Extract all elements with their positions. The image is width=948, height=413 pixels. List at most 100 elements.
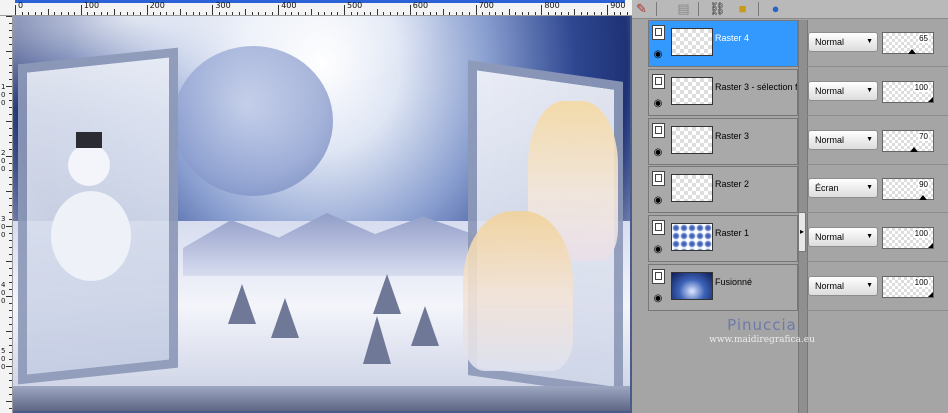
ruler-tick — [495, 12, 497, 15]
layer-row[interactable]: ◉ Raster 3 — [648, 117, 798, 165]
opacity-slider[interactable]: 100 — [882, 276, 934, 298]
opacity-slider[interactable]: 100 — [882, 227, 934, 250]
layer-mask-toggle-icon[interactable] — [652, 269, 665, 284]
ruler-tick — [9, 163, 12, 164]
ruler-tick — [179, 9, 181, 15]
ruler-tick — [9, 338, 12, 339]
layer-row[interactable]: ◉ Fusionné — [648, 264, 798, 311]
ruler-tick — [6, 191, 12, 192]
visibility-eye-icon[interactable]: ◉ — [652, 293, 664, 305]
ruler-tick — [9, 310, 12, 311]
visibility-eye-icon[interactable]: ◉ — [652, 147, 664, 159]
ruler-tick — [140, 12, 142, 15]
ruler-tick — [271, 12, 273, 15]
opacity-slider[interactable]: 65 — [882, 32, 934, 54]
ruler-label: 700 — [478, 1, 494, 10]
angel-figure — [463, 211, 573, 371]
layer-mask-toggle-icon[interactable] — [652, 171, 665, 187]
blend-mode-dropdown[interactable]: Normal ▼ — [808, 129, 878, 150]
ruler-tick — [9, 135, 12, 136]
ruler-tick — [547, 12, 549, 15]
visibility-eye-icon[interactable]: ◉ — [652, 244, 664, 256]
layer-name: Raster 1 — [715, 228, 750, 239]
layer-row[interactable]: ◉ Raster 1 — [648, 215, 798, 263]
ruler-tick — [626, 12, 628, 15]
ruler-tick — [350, 12, 352, 15]
layer-row[interactable]: ◉ Raster 4 — [648, 20, 798, 67]
ruler-tick — [561, 12, 563, 15]
link-icon[interactable]: ⛓ — [709, 1, 726, 16]
ruler-label: 300 — [215, 1, 231, 10]
moon — [173, 46, 333, 196]
ground-strip — [13, 386, 630, 411]
ruler-tick — [6, 16, 12, 17]
visibility-eye-icon[interactable]: ◉ — [652, 98, 664, 110]
ruler-label: 0 — [1, 99, 6, 107]
ruler-label: 0 — [1, 231, 6, 239]
layer-mask-toggle-icon[interactable] — [652, 25, 665, 40]
ruler-tick — [416, 12, 418, 15]
pine-tree — [228, 284, 256, 324]
blend-mode-dropdown[interactable]: Normal ▼ — [808, 32, 878, 52]
ruler-tick — [344, 5, 345, 15]
ruler-tick — [357, 12, 359, 15]
opacity-slider[interactable]: 70 — [882, 129, 934, 152]
opacity-slider[interactable]: 90 — [882, 178, 934, 201]
ruler-tick — [363, 12, 365, 15]
layer-thumbnail — [671, 76, 713, 105]
ruler-tick — [146, 5, 148, 15]
layer-property-row: Normal ▼ 100 — [806, 215, 948, 263]
ruler-tick — [9, 79, 12, 80]
layer-property-row: Normal ▼ 70 — [806, 118, 948, 165]
ruler-tick — [47, 9, 49, 15]
ruler-tick — [34, 12, 36, 15]
ruler-tick — [574, 9, 576, 15]
layer-property-row: Normal ▼ 100 — [806, 69, 948, 116]
dropdown-arrow-icon: ▼ — [866, 135, 873, 143]
ruler-tick — [218, 12, 220, 15]
opacity-value: 70 — [918, 131, 929, 141]
blend-mode-value: Normal — [815, 37, 845, 47]
snowman — [51, 191, 131, 281]
ruler-tick — [278, 5, 280, 15]
dropdown-arrow-icon: ▼ — [866, 282, 873, 289]
ruler-tick — [265, 12, 267, 15]
layer-row[interactable]: ◉ Raster 2 — [648, 166, 798, 214]
canvas-area[interactable]: 0 100 200 300 400 500 600 700 800 900 10020030040… — [0, 0, 668, 413]
expand-arrow-icon[interactable]: ▸ — [798, 212, 806, 252]
document-icon[interactable]: ▤ — [676, 1, 691, 16]
layer-mask-toggle-icon[interactable] — [652, 122, 665, 138]
watermark-url: www.maidiregrafica.eu — [709, 335, 815, 345]
lock-icon[interactable]: ■ — [735, 1, 750, 16]
blend-mode-dropdown[interactable]: Normal ▼ — [808, 227, 878, 248]
blend-mode-dropdown[interactable]: Écran ▼ — [808, 178, 878, 199]
ruler-tick — [120, 12, 122, 15]
opacity-marker-icon — [919, 195, 927, 201]
layer-row[interactable]: ◉ Raster 3 - sélection f — [648, 68, 798, 116]
paint-brush-icon[interactable]: ✎ — [634, 1, 649, 16]
blend-mode-dropdown[interactable]: Normal ▼ — [808, 80, 878, 101]
ruler-tick — [330, 12, 332, 15]
ruler-label: 200 — [149, 1, 165, 10]
visibility-eye-icon[interactable]: ◉ — [652, 195, 664, 207]
layer-name: Raster 3 - sélection f — [715, 81, 797, 92]
layer-thumbnail — [671, 28, 713, 56]
ruler-label: 5 — [1, 347, 6, 355]
layer-mask-toggle-icon[interactable] — [652, 73, 665, 89]
opacity-value: 65 — [918, 34, 929, 43]
ruler-tick — [580, 12, 582, 15]
ruler-tick — [186, 12, 188, 15]
ruler-tick — [9, 128, 12, 129]
ruler-label: 800 — [544, 1, 560, 10]
dropdown-arrow-icon: ▼ — [866, 233, 873, 241]
ruler-tick — [225, 12, 227, 15]
image-canvas[interactable] — [13, 16, 630, 411]
ruler-tick — [475, 5, 477, 15]
snowy-mountains — [183, 213, 503, 276]
ruler-tick — [251, 12, 253, 15]
opacity-slider[interactable]: 100 — [882, 80, 934, 103]
visibility-eye-icon[interactable]: ◉ — [652, 49, 664, 61]
sphere-icon[interactable]: ● — [768, 1, 783, 16]
blend-mode-dropdown[interactable]: Normal ▼ — [808, 276, 878, 296]
layer-mask-toggle-icon[interactable] — [652, 220, 665, 236]
